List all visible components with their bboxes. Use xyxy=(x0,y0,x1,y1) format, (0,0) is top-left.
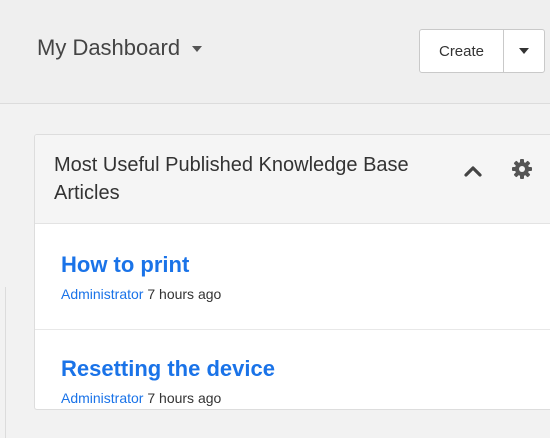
chevron-up-icon[interactable] xyxy=(462,160,484,182)
chevron-down-icon xyxy=(519,48,529,54)
article-meta: Administrator 7 hours ago xyxy=(61,390,221,406)
list-item: Resetting the device Administrator 7 hou… xyxy=(35,329,550,409)
create-dropdown-toggle[interactable] xyxy=(504,30,544,72)
author-link[interactable]: Administrator xyxy=(61,390,143,406)
divider xyxy=(5,287,6,438)
list-item: How to print Administrator 7 hours ago xyxy=(35,224,550,316)
gear-icon[interactable] xyxy=(511,158,533,180)
author-link[interactable]: Administrator xyxy=(61,286,143,302)
article-meta: Administrator 7 hours ago xyxy=(61,286,221,302)
create-button[interactable]: Create xyxy=(420,30,504,72)
chevron-down-icon xyxy=(192,46,203,52)
dashboard-header: My Dashboard Create xyxy=(0,0,550,104)
dashboard-title: My Dashboard xyxy=(37,35,181,60)
timestamp: 7 hours ago xyxy=(147,286,222,302)
timestamp: 7 hours ago xyxy=(147,390,222,406)
create-button-group: Create xyxy=(419,29,545,73)
dashboard-selector[interactable]: My Dashboard xyxy=(37,35,203,61)
article-title-link[interactable]: How to print xyxy=(61,252,189,278)
widget-title: Most Useful Published Knowledge Base Art… xyxy=(54,154,409,204)
knowledge-base-widget: Most Useful Published Knowledge Base Art… xyxy=(34,134,550,410)
widget-header: Most Useful Published Knowledge Base Art… xyxy=(35,135,550,224)
article-title-link[interactable]: Resetting the device xyxy=(61,356,275,382)
